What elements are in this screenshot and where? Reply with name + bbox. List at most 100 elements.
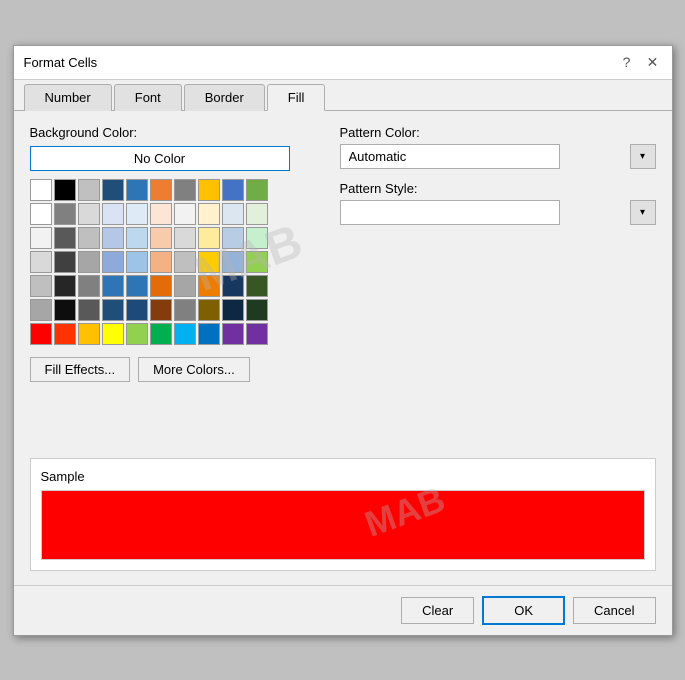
color-cell[interactable] (126, 323, 148, 345)
color-cell[interactable] (126, 179, 148, 201)
color-cell[interactable] (198, 323, 220, 345)
sample-box (41, 490, 645, 560)
color-cell[interactable] (78, 251, 100, 273)
color-cell[interactable] (78, 299, 100, 321)
color-cell[interactable] (30, 299, 52, 321)
bottom-bar: Clear OK Cancel (14, 585, 672, 635)
more-colors-button[interactable]: More Colors... (138, 357, 250, 382)
color-cell[interactable] (198, 227, 220, 249)
color-cell[interactable] (126, 275, 148, 297)
color-cell[interactable] (246, 251, 268, 273)
color-cell[interactable] (222, 323, 244, 345)
color-cell[interactable] (246, 179, 268, 201)
color-cell[interactable] (126, 203, 148, 225)
color-cell[interactable] (198, 203, 220, 225)
color-cell[interactable] (102, 203, 124, 225)
color-cell[interactable] (198, 179, 220, 201)
color-cell[interactable] (222, 275, 244, 297)
color-cell[interactable] (102, 251, 124, 273)
tab-font[interactable]: Font (114, 84, 182, 111)
color-cell[interactable] (54, 323, 76, 345)
color-cell[interactable] (198, 251, 220, 273)
color-cell[interactable] (222, 227, 244, 249)
color-cell[interactable] (102, 299, 124, 321)
color-cell[interactable] (30, 227, 52, 249)
color-cell[interactable] (222, 251, 244, 273)
color-cell[interactable] (102, 275, 124, 297)
color-cell[interactable] (126, 251, 148, 273)
color-cell[interactable] (150, 179, 172, 201)
dialog-body: MAB MAB Background Color: No Color Fill … (14, 111, 672, 585)
color-row (30, 227, 320, 249)
close-icon[interactable]: ✕ (644, 53, 662, 71)
color-cell[interactable] (30, 323, 52, 345)
color-cell[interactable] (246, 299, 268, 321)
color-cell[interactable] (78, 323, 100, 345)
color-cell[interactable] (54, 251, 76, 273)
color-cell[interactable] (150, 323, 172, 345)
color-cell[interactable] (246, 323, 268, 345)
color-cell[interactable] (30, 203, 52, 225)
color-cell[interactable] (30, 179, 52, 201)
color-cell[interactable] (78, 275, 100, 297)
color-cell[interactable] (78, 179, 100, 201)
sample-label: Sample (41, 469, 645, 484)
color-cell[interactable] (54, 227, 76, 249)
pattern-color-chevron-icon: ▾ (630, 144, 656, 169)
pattern-color-dropdown-wrap: Automatic ▾ (340, 144, 656, 169)
color-cell[interactable] (150, 275, 172, 297)
no-color-button[interactable]: No Color (30, 146, 290, 171)
help-icon[interactable]: ? (618, 53, 636, 71)
color-cell[interactable] (150, 227, 172, 249)
color-cell[interactable] (126, 227, 148, 249)
color-row (30, 203, 320, 225)
dialog-title: Format Cells (24, 55, 98, 70)
color-cell[interactable] (174, 227, 196, 249)
color-cell[interactable] (246, 275, 268, 297)
pattern-color-select[interactable]: Automatic (340, 144, 560, 169)
color-cell[interactable] (174, 275, 196, 297)
color-cell[interactable] (102, 227, 124, 249)
color-cell[interactable] (198, 275, 220, 297)
color-cell[interactable] (54, 203, 76, 225)
tabs-bar: Number Font Border Fill (14, 80, 672, 111)
color-cell[interactable] (246, 227, 268, 249)
color-cell[interactable] (54, 275, 76, 297)
color-cell[interactable] (78, 227, 100, 249)
tab-border[interactable]: Border (184, 84, 265, 111)
color-cell[interactable] (222, 203, 244, 225)
sample-section: Sample (30, 458, 656, 571)
color-row (30, 179, 320, 201)
cancel-button[interactable]: Cancel (573, 597, 655, 624)
color-cell[interactable] (30, 251, 52, 273)
pattern-style-select[interactable] (340, 200, 560, 225)
color-cell[interactable] (198, 299, 220, 321)
color-cell[interactable] (54, 299, 76, 321)
clear-button[interactable]: Clear (401, 597, 474, 624)
color-cell[interactable] (102, 323, 124, 345)
color-cell[interactable] (54, 179, 76, 201)
color-cell[interactable] (150, 251, 172, 273)
color-cell[interactable] (78, 203, 100, 225)
color-cell[interactable] (30, 275, 52, 297)
color-cell[interactable] (222, 179, 244, 201)
color-cell[interactable] (150, 203, 172, 225)
tab-fill[interactable]: Fill (267, 84, 326, 111)
color-cell[interactable] (102, 179, 124, 201)
color-cell[interactable] (174, 251, 196, 273)
color-row (30, 299, 320, 321)
color-cell[interactable] (150, 299, 172, 321)
color-cell[interactable] (174, 323, 196, 345)
color-cell[interactable] (174, 203, 196, 225)
tab-number[interactable]: Number (24, 84, 112, 111)
fill-effects-button[interactable]: Fill Effects... (30, 357, 131, 382)
color-cell[interactable] (222, 299, 244, 321)
color-cell[interactable] (174, 179, 196, 201)
pattern-color-label: Pattern Color: (340, 125, 656, 140)
color-cell[interactable] (174, 299, 196, 321)
pattern-style-label: Pattern Style: (340, 181, 656, 196)
pattern-section: Pattern Color: Automatic ▾ Pattern Style… (340, 125, 656, 382)
color-cell[interactable] (246, 203, 268, 225)
ok-button[interactable]: OK (482, 596, 565, 625)
color-cell[interactable] (126, 299, 148, 321)
